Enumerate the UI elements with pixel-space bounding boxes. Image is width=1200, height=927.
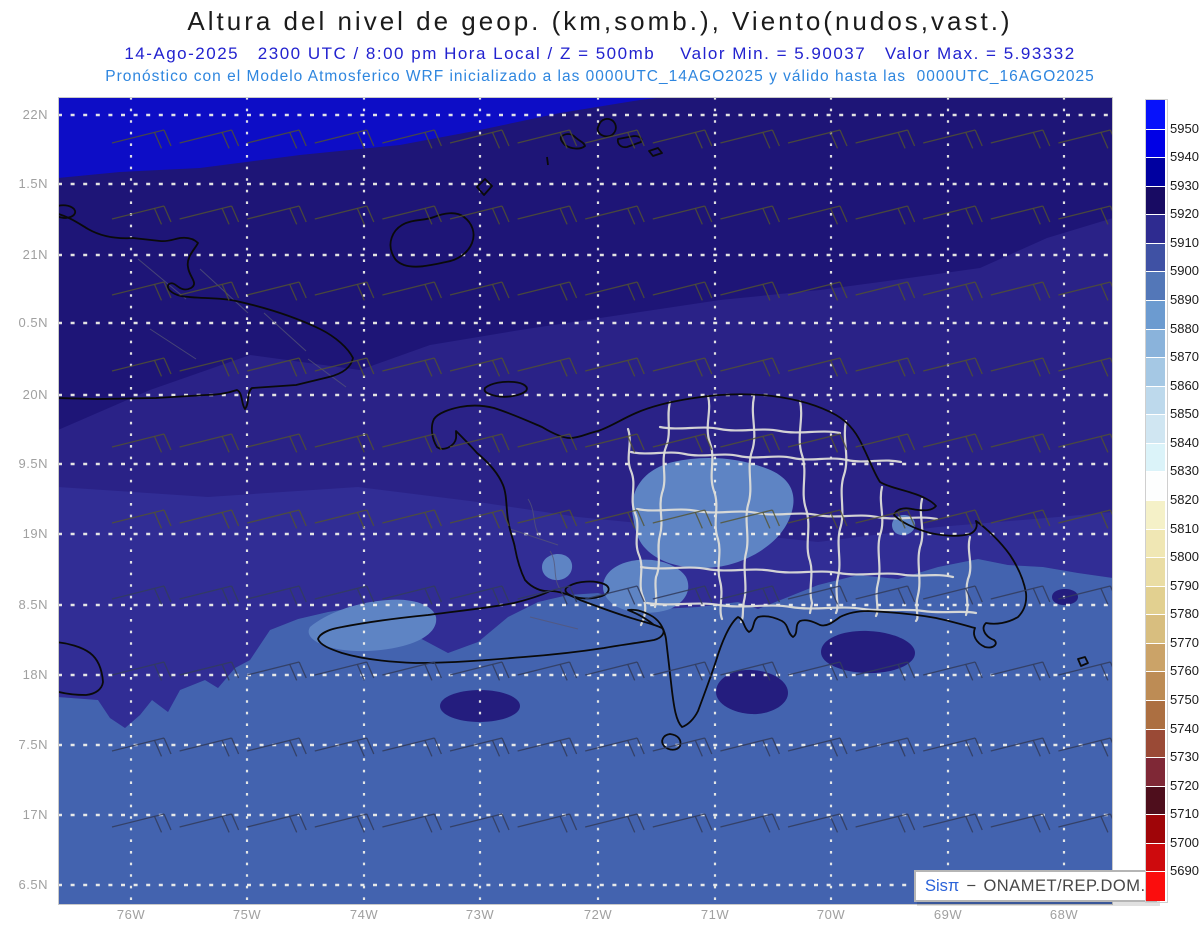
lon-tick-label: 74W: [349, 907, 379, 922]
credit-separator: −: [966, 876, 977, 895]
lon-tick-label: 75W: [232, 907, 262, 922]
colorbar-tick-label: 5720: [1170, 777, 1199, 793]
lat-tick-label: 8.5N: [18, 597, 48, 612]
lat-tick-label: 0.5N: [18, 315, 48, 330]
map-canvas: [58, 97, 1113, 905]
lon-tick-label: 70W: [816, 907, 846, 922]
lon-tick-label: 69W: [933, 907, 963, 922]
colorbar-tick-label: 5740: [1170, 720, 1199, 736]
colorbar-tick-label: 5770: [1170, 634, 1199, 650]
colorbar-frame: [1145, 99, 1168, 903]
lat-tick-label: 20N: [22, 387, 48, 402]
colorbar-tick-label: 5820: [1170, 492, 1199, 507]
subtitle-model: Pronóstico con el Modelo Atmosferico WRF…: [105, 68, 1095, 85]
colorbar-tick-label: 5790: [1170, 577, 1199, 593]
colorbar-tick-label: 5730: [1170, 749, 1199, 765]
colorbar-tick-label: 5830: [1170, 463, 1199, 479]
colorbar-tick-label: 5690: [1170, 863, 1199, 879]
lat-tick-label: 1.5N: [18, 176, 48, 191]
sispi-logo: Sisπ: [925, 876, 960, 895]
weather-chart-page: Altura del nivel de geop. (km,somb.), Vi…: [0, 0, 1200, 927]
lon-tick-label: 72W: [583, 907, 613, 922]
colorbar-tick-label: 5920: [1170, 206, 1199, 222]
colorbar-tick-label: 5760: [1170, 663, 1199, 679]
lat-tick-label: 22N: [22, 107, 48, 122]
colorbar-tick-label: 5910: [1170, 234, 1199, 250]
colorbar-tick-label: 5900: [1170, 263, 1199, 279]
colorbar-tick-label: 5890: [1170, 292, 1199, 307]
credit-badge: Sisπ − ONAMET/REP.DOM.: [914, 870, 1157, 902]
lon-tick-label: 68W: [1049, 907, 1079, 922]
lat-tick-label: 17N: [22, 807, 48, 822]
lat-tick-label: 21N: [22, 247, 48, 262]
colorbar-tick-label: 5750: [1170, 692, 1199, 707]
lat-tick-label: 19N: [22, 526, 48, 541]
lat-tick-label: 7.5N: [18, 737, 48, 752]
lon-tick-label: 76W: [116, 907, 146, 922]
colorbar-tick-label: 5930: [1170, 177, 1199, 193]
lon-tick-label: 71W: [700, 907, 730, 922]
subtitle-validtime: 14-Ago-2025 2300 UTC / 8:00 pm Hora Loca…: [124, 44, 1076, 63]
lat-tick-label: 9.5N: [18, 456, 48, 471]
lon-tick-label: 73W: [465, 907, 495, 922]
page-title: Altura del nivel de geop. (km,somb.), Vi…: [187, 6, 1013, 36]
colorbar-tick-label: 5700: [1170, 834, 1199, 850]
colorbar-tick-label: 5860: [1170, 377, 1199, 393]
credit-org: ONAMET/REP.DOM.: [983, 876, 1146, 895]
colorbar-tick-label: 5710: [1170, 806, 1199, 822]
colorbar-tick-label: 5800: [1170, 549, 1199, 565]
forecast-map: Sisπ − ONAMET/REP.DOM.: [58, 97, 1157, 905]
colorbar-tick-label: 5810: [1170, 520, 1199, 536]
colorbar-tick-label: 5880: [1170, 320, 1199, 336]
lat-tick-label: 18N: [22, 667, 48, 682]
colorbar-tick-label: 5840: [1170, 434, 1199, 450]
lat-tick-label: 6.5N: [18, 877, 48, 892]
colorbar-tick-label: 5780: [1170, 606, 1199, 622]
colorbar-tick-label: 5870: [1170, 349, 1199, 365]
colorbar-tick-label: 5940: [1170, 149, 1199, 165]
colorbar-tick-label: 5950: [1170, 120, 1199, 136]
colorbar-tick-label: 5850: [1170, 406, 1199, 422]
